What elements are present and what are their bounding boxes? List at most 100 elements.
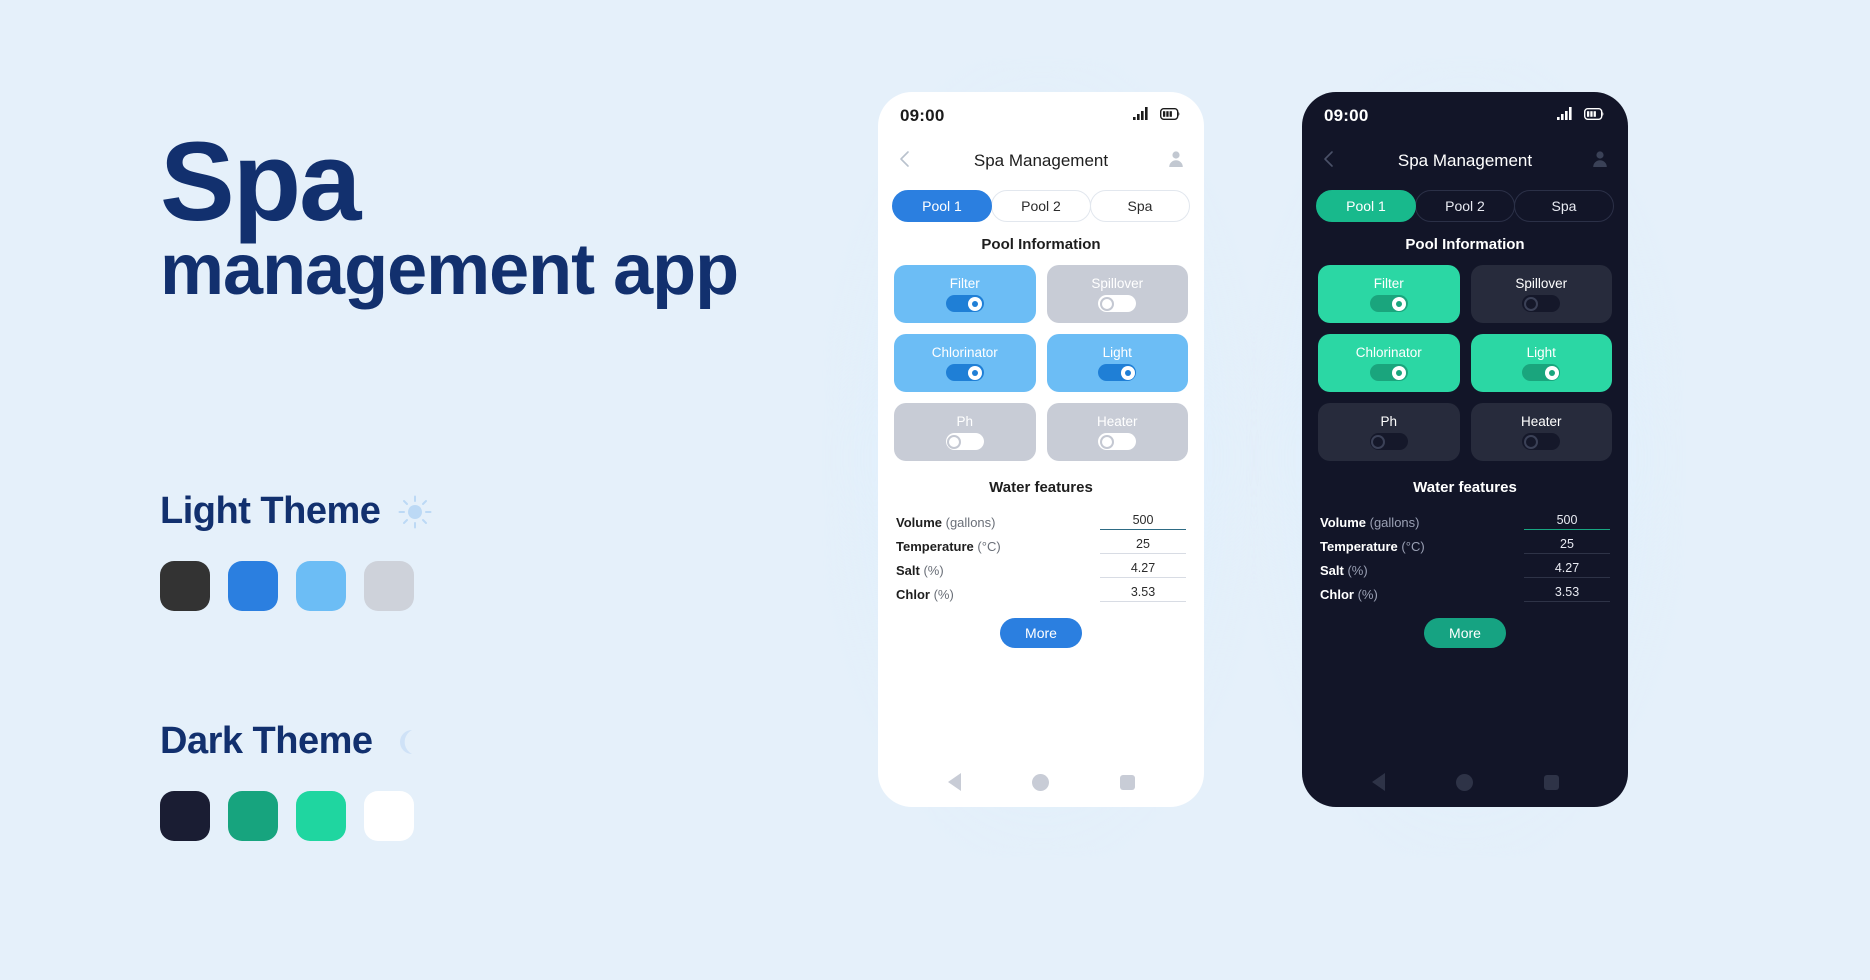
status-bar-dark: 09:00 (1302, 92, 1628, 140)
tab-spa[interactable]: Spa (1514, 190, 1614, 222)
toggle-card-chlorinator[interactable]: Chlorinator (894, 334, 1036, 392)
swatch-dark-1 (160, 791, 210, 841)
battery-icon (1583, 107, 1606, 125)
field-value-temperature[interactable]: 25 (1524, 537, 1610, 554)
field-row-salt: Salt (%) 4.27 (896, 554, 1186, 578)
field-value-chlor[interactable]: 3.53 (1100, 585, 1186, 602)
toggle-card-spillover[interactable]: Spillover (1470, 265, 1612, 323)
status-bar-light: 09:00 (878, 92, 1204, 140)
toggle-switch-spillover[interactable] (1098, 295, 1137, 312)
dark-theme-phone-mockup: 09:00 Spa Management Pool 1 Pool 2 Spa P… (1254, 64, 1678, 852)
page-title: Spa management app (160, 125, 860, 311)
tab-pool-2[interactable]: Pool 2 (991, 190, 1091, 222)
water-features-title-dark: Water features (1413, 479, 1517, 496)
toggle-switch-filter[interactable] (945, 295, 984, 312)
page-title-header: Spa Management (973, 151, 1109, 170)
water-features-field-list-light: Volume (gallons) 500 Temperature (°C) 25… (896, 506, 1186, 602)
toggle-card-light[interactable]: Light (1046, 334, 1188, 392)
toggle-label-filter: Filter (1373, 276, 1404, 291)
nav-home-circle-icon[interactable] (1455, 773, 1473, 791)
toggle-label-spillover: Spillover (1091, 276, 1144, 291)
toggle-label-chlorinator: Chlorinator (1355, 345, 1422, 360)
light-theme-group: Light Theme (160, 490, 432, 611)
water-features-title: Water features (989, 479, 1093, 496)
toggle-switch-heater[interactable] (1098, 433, 1137, 450)
nav-recents-square-icon[interactable] (1119, 774, 1135, 790)
more-button[interactable]: More (1000, 618, 1082, 648)
field-value-temperature[interactable]: 25 (1100, 537, 1186, 554)
toggle-card-ph[interactable]: Ph (1318, 403, 1460, 461)
status-icons-dark (1557, 107, 1606, 125)
swatch-dark-3 (296, 791, 346, 841)
title-line-2: management app (160, 230, 739, 311)
status-icons (1133, 107, 1182, 125)
back-chevron-icon[interactable] (896, 149, 916, 174)
field-value-salt[interactable]: 4.27 (1524, 561, 1610, 578)
app-header-light: Spa Management (878, 140, 1204, 182)
tab-pool-2[interactable]: Pool 2 (1415, 190, 1515, 222)
field-value-volume[interactable]: 500 (1524, 513, 1610, 530)
toggle-label-ph: Ph (1380, 414, 1397, 429)
toggle-switch-heater[interactable] (1522, 433, 1561, 450)
nav-back-triangle-icon[interactable] (947, 773, 961, 791)
field-label-salt: Salt (%) (896, 563, 944, 578)
field-value-chlor[interactable]: 3.53 (1524, 585, 1610, 602)
toggle-label-heater: Heater (1520, 414, 1562, 429)
sun-icon (398, 495, 432, 529)
toggle-switch-ph[interactable] (945, 433, 984, 450)
field-row-temperature: Temperature (°C) 25 (1320, 530, 1610, 554)
toggle-switch-light[interactable] (1098, 364, 1137, 381)
toggle-label-light: Light (1102, 345, 1132, 360)
dark-theme-group: Dark Theme (160, 720, 421, 841)
field-row-temperature: Temperature (°C) 25 (896, 530, 1186, 554)
field-label-volume: Volume (gallons) (1320, 515, 1420, 530)
toggle-card-ph[interactable]: Ph (894, 403, 1036, 461)
toggle-card-grid-light: Filter Spillover Chlorinator Light Ph He… (894, 265, 1188, 461)
nav-home-circle-icon[interactable] (1031, 773, 1049, 791)
signal-bars-icon (1557, 107, 1574, 125)
toggle-switch-chlorinator[interactable] (945, 364, 984, 381)
field-label-chlor: Chlor (%) (1320, 587, 1378, 602)
dark-theme-label: Dark Theme (160, 720, 373, 762)
field-value-salt[interactable]: 4.27 (1100, 561, 1186, 578)
nav-recents-square-icon[interactable] (1543, 774, 1559, 790)
status-time-dark: 09:00 (1324, 106, 1369, 125)
toggle-label-ph: Ph (956, 414, 973, 429)
toggle-card-grid-dark: Filter Spillover Chlorinator Light Ph He… (1318, 265, 1612, 461)
page-title-header-dark: Spa Management (1397, 151, 1533, 170)
field-row-chlor: Chlor (%) 3.53 (1320, 578, 1610, 602)
tab-spa[interactable]: Spa (1090, 190, 1190, 222)
toggle-card-filter[interactable]: Filter (1318, 265, 1460, 323)
toggle-label-spillover: Spillover (1515, 276, 1568, 291)
hero-panel: Spa management app Light Theme Dark Them… (160, 125, 860, 841)
toggle-card-chlorinator[interactable]: Chlorinator (1318, 334, 1460, 392)
more-button[interactable]: More (1424, 618, 1506, 648)
android-nav-bar-dark (1302, 757, 1628, 807)
light-theme-label: Light Theme (160, 490, 381, 532)
back-chevron-icon[interactable] (1320, 149, 1340, 174)
nav-back-triangle-icon[interactable] (1371, 773, 1385, 791)
field-value-volume[interactable]: 500 (1100, 513, 1186, 530)
tab-pool-1[interactable]: Pool 1 (892, 190, 992, 222)
toggle-switch-filter[interactable] (1369, 295, 1408, 312)
toggle-card-light[interactable]: Light (1470, 334, 1612, 392)
toggle-card-spillover[interactable]: Spillover (1046, 265, 1188, 323)
user-avatar-icon[interactable] (1590, 149, 1610, 174)
status-time: 09:00 (900, 106, 945, 125)
toggle-switch-spillover[interactable] (1522, 295, 1561, 312)
field-label-temperature: Temperature (°C) (896, 539, 1001, 554)
toggle-switch-chlorinator[interactable] (1369, 364, 1408, 381)
toggle-switch-light[interactable] (1522, 364, 1561, 381)
toggle-card-heater[interactable]: Heater (1470, 403, 1612, 461)
android-nav-bar-light (878, 757, 1204, 807)
tab-pool-1[interactable]: Pool 1 (1316, 190, 1416, 222)
toggle-card-heater[interactable]: Heater (1046, 403, 1188, 461)
phone-screen-dark: 09:00 Spa Management Pool 1 Pool 2 Spa P… (1302, 92, 1628, 807)
toggle-card-filter[interactable]: Filter (894, 265, 1036, 323)
toggle-label-heater: Heater (1096, 414, 1138, 429)
user-avatar-icon[interactable] (1166, 149, 1186, 174)
field-label-salt: Salt (%) (1320, 563, 1368, 578)
light-theme-phone-mockup: 09:00 Spa Management Pool 1 Pool 2 Spa P… (830, 64, 1254, 852)
toggle-switch-ph[interactable] (1369, 433, 1408, 450)
swatch-light-3 (296, 561, 346, 611)
